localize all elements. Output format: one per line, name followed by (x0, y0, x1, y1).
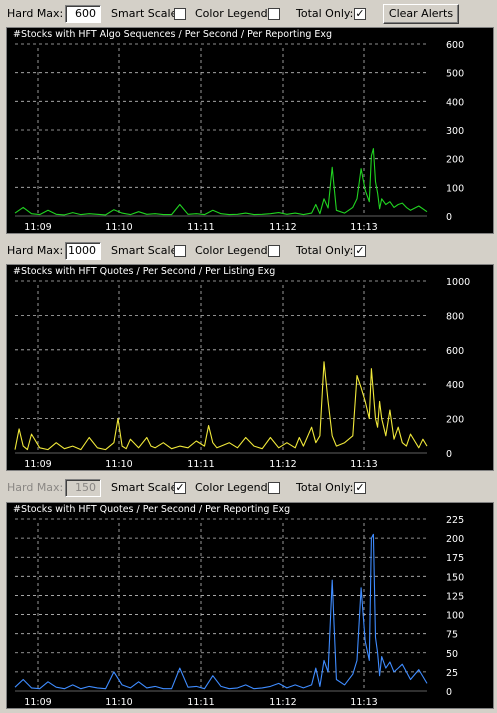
y-tick-label: 0 (446, 687, 452, 698)
x-tick-label: 11:10 (105, 459, 132, 470)
hard-max-input: 150 (65, 479, 101, 497)
color-legend-checkbox[interactable] (268, 482, 280, 494)
y-tick-label: 125 (446, 591, 464, 602)
x-tick-label: 11:11 (187, 222, 214, 233)
chart-panel-1: 0 100 200 300 400 500 600 11:09 11:10 11:11 11:12 1… (6, 27, 494, 234)
total-only-checkbox[interactable]: ✓ (354, 8, 366, 20)
x-tick-label: 11:10 (105, 697, 132, 708)
smart-scale-checkbox[interactable]: ✓ (174, 482, 186, 494)
x-tick-label: 11:09 (24, 697, 51, 708)
controls-row-2: Hard Max: 1000 Smart Scale: Color Legend… (0, 240, 497, 262)
hard-max-label: Hard Max: (7, 481, 64, 494)
smart-scale-checkbox[interactable] (174, 8, 186, 20)
color-legend-label: Color Legend: (195, 7, 272, 20)
x-tick-label: 11:12 (269, 459, 296, 470)
y-tick-label: 100 (446, 611, 464, 622)
clear-alerts-button[interactable]: Clear Alerts (383, 4, 459, 24)
total-only-label: Total Only: (296, 244, 354, 257)
y-tick-label: 200 (446, 415, 464, 426)
smart-scale-label: Smart Scale: (111, 7, 182, 20)
hard-max-label: Hard Max: (7, 244, 64, 257)
hard-max-input[interactable]: 1000 (65, 242, 101, 260)
chart-title: #Stocks with HFT Algo Sequences / Per Se… (13, 29, 333, 40)
chart-panel-3: 0 25 50 75 100 125 150 175 200 225 11:09 11:10 11:11… (6, 502, 494, 709)
y-tick-label: 175 (446, 553, 464, 564)
color-legend-label: Color Legend: (195, 481, 272, 494)
y-tick-label: 0 (446, 212, 452, 223)
chart-hft-algo-sequences: 0 100 200 300 400 500 600 11:09 11:10 11:11 11:12 1… (14, 40, 464, 233)
smart-scale-label: Smart Scale: (111, 244, 182, 257)
color-legend-label: Color Legend: (195, 244, 272, 257)
y-tick-label: 150 (446, 572, 464, 583)
y-tick-label: 200 (446, 534, 464, 545)
x-tick-label: 11:12 (269, 222, 296, 233)
chart-title: #Stocks with HFT Quotes / Per Second / P… (13, 504, 291, 515)
x-tick-label: 11:10 (105, 222, 132, 233)
x-tick-label: 11:13 (350, 459, 377, 470)
total-only-checkbox[interactable]: ✓ (354, 482, 366, 494)
x-tick-label: 11:12 (269, 697, 296, 708)
x-tick-label: 11:13 (350, 222, 377, 233)
smart-scale-label: Smart Scale: (111, 481, 182, 494)
controls-row-1: Hard Max: 600 Smart Scale: Color Legend:… (0, 3, 497, 25)
y-tick-label: 600 (446, 40, 464, 51)
chart-hft-quotes-listing: 0 200 400 600 800 1000 11:09 11:10 11:11 11:12 11:… (14, 277, 470, 470)
y-tick-label: 800 (446, 311, 464, 322)
color-legend-checkbox[interactable] (268, 245, 280, 257)
x-tick-label: 11:13 (350, 697, 377, 708)
y-tick-label: 75 (446, 630, 458, 641)
hard-max-input[interactable]: 600 (65, 5, 101, 23)
y-tick-label: 600 (446, 346, 464, 357)
y-tick-label: 1000 (446, 277, 470, 288)
chart-hft-quotes-reporting: 0 25 50 75 100 125 150 175 200 225 11:09 11:10 11:11… (14, 515, 464, 708)
y-tick-label: 225 (446, 515, 464, 526)
x-tick-label: 11:09 (24, 459, 51, 470)
y-tick-label: 300 (446, 126, 464, 137)
y-tick-label: 25 (446, 668, 458, 679)
y-tick-label: 50 (446, 649, 458, 660)
x-tick-label: 11:11 (187, 697, 214, 708)
y-tick-label: 200 (446, 155, 464, 166)
x-tick-label: 11:09 (24, 222, 51, 233)
total-only-label: Total Only: (296, 7, 354, 20)
y-tick-label: 500 (446, 69, 464, 80)
total-only-checkbox[interactable]: ✓ (354, 245, 366, 257)
y-tick-label: 400 (446, 380, 464, 391)
chart-panel-2: 0 200 400 600 800 1000 11:09 11:10 11:11 11:12 11:… (6, 264, 494, 471)
total-only-label: Total Only: (296, 481, 354, 494)
chart-title: #Stocks with HFT Quotes / Per Second / P… (13, 266, 276, 277)
y-tick-label: 400 (446, 97, 464, 108)
y-tick-label: 0 (446, 449, 452, 460)
hard-max-label: Hard Max: (7, 7, 64, 20)
y-tick-label: 100 (446, 183, 464, 194)
smart-scale-checkbox[interactable] (174, 245, 186, 257)
series-line (14, 361, 428, 451)
x-tick-label: 11:11 (187, 459, 214, 470)
color-legend-checkbox[interactable] (268, 8, 280, 20)
controls-row-3: Hard Max: 150 Smart Scale: ✓ Color Legen… (0, 477, 497, 499)
